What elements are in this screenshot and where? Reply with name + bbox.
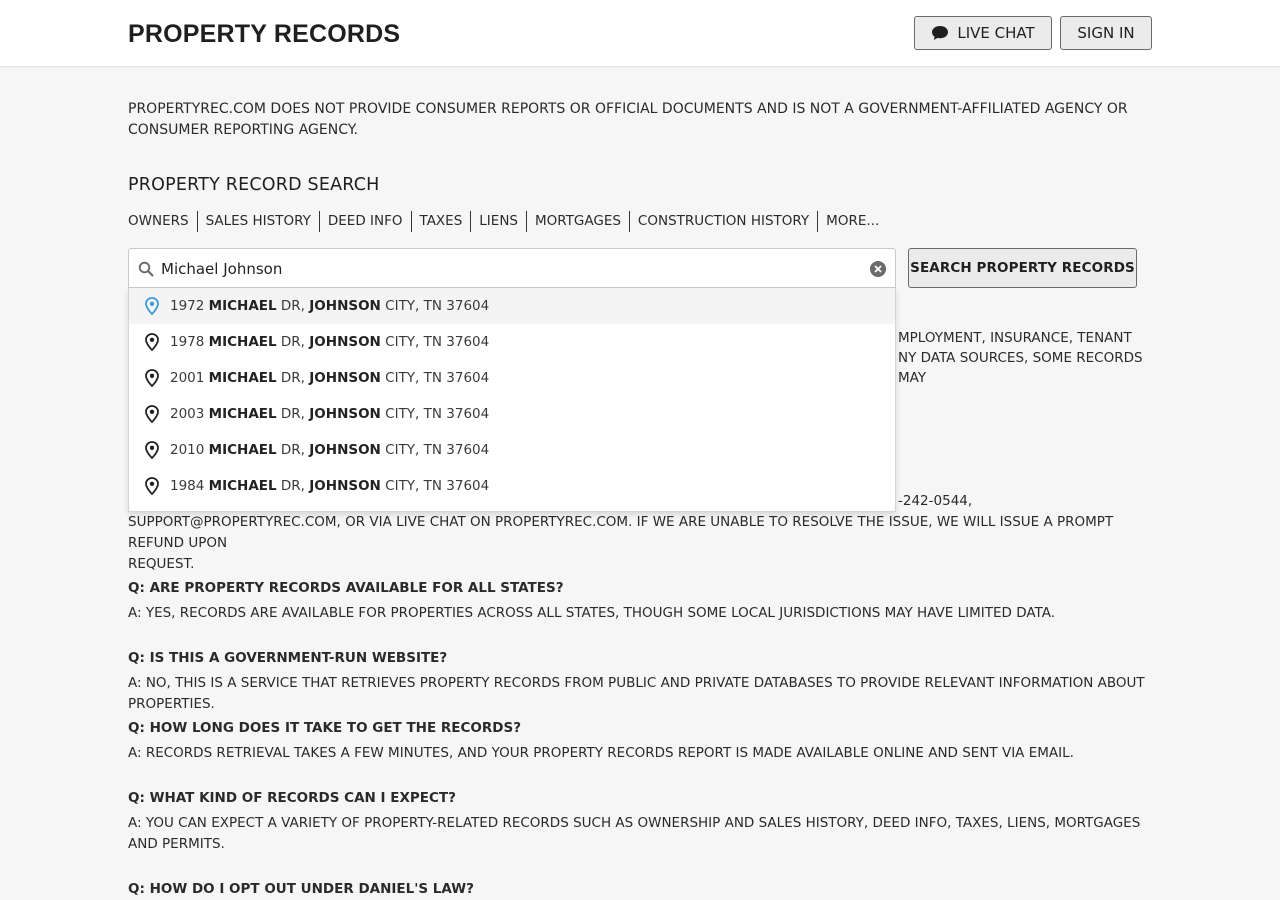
suggestion-number: 1984 xyxy=(170,478,205,494)
suggestion-number: 1978 xyxy=(170,334,205,350)
suggestion-suffix: DR, xyxy=(280,442,305,458)
suggestion-suffix: DR, xyxy=(280,334,305,350)
tab-more[interactable]: MORE... xyxy=(817,211,887,232)
faq-answer: A: YES, RECORDS ARE AVAILABLE FOR PROPER… xyxy=(128,605,1056,621)
sign-in-button[interactable]: SIGN IN xyxy=(1060,16,1152,50)
suggestion-item[interactable]: 1984 MICHAEL DR, JOHNSON CITY, TN 37604 xyxy=(129,468,895,504)
address-suggestions: 1972 MICHAEL DR, JOHNSON CITY, TN 37604 … xyxy=(128,288,896,512)
tab-deed-info[interactable]: DEED INFO xyxy=(318,211,411,232)
suggestion-number: 2003 xyxy=(170,406,205,422)
suggestion-rest: CITY, TN 37604 xyxy=(385,478,490,494)
suggestion-city: JOHNSON xyxy=(309,406,381,422)
suggestion-city: JOHNSON xyxy=(309,334,381,350)
suggestion-item[interactable]: 2010 MICHAEL DR, JOHNSON CITY, TN 37604 xyxy=(129,432,895,468)
suggestion-city: JOHNSON xyxy=(309,298,381,314)
suggestion-street: MICHAEL xyxy=(208,406,277,422)
live-chat-label: LIVE CHAT xyxy=(957,24,1035,42)
suggestion-street: MICHAEL xyxy=(208,298,277,314)
suggestion-street: MICHAEL xyxy=(208,442,277,458)
support-text-line: REQUEST. xyxy=(128,556,195,572)
tab-owners[interactable]: OWNERS xyxy=(128,211,197,232)
search-property-records-button[interactable]: SEARCH PROPERTY RECORDS xyxy=(908,248,1137,288)
suggestion-number: 1972 xyxy=(170,298,205,314)
chat-bubble-icon xyxy=(932,26,949,40)
suggestion-suffix: DR, xyxy=(280,478,305,494)
tab-taxes[interactable]: TAXES xyxy=(410,211,471,232)
search-input[interactable] xyxy=(161,257,861,281)
suggestion-suffix: DR, xyxy=(280,298,305,314)
suggestion-rest: CITY, TN 37604 xyxy=(385,442,490,458)
suggestion-item[interactable]: 2003 MICHAEL DR, JOHNSON CITY, TN 37604 xyxy=(129,396,895,432)
suggestion-rest: CITY, TN 37604 xyxy=(385,370,490,386)
suggestion-rest: CITY, TN 37604 xyxy=(385,334,490,350)
faq-item: Q: ARE PROPERTY RECORDS AVAILABLE FOR AL… xyxy=(128,578,1152,624)
site-logo[interactable]: PROPERTY RECORDS xyxy=(128,20,400,49)
suggestion-rest: CITY, TN 37604 xyxy=(385,298,490,314)
tab-mortgages[interactable]: MORTGAGES xyxy=(525,211,629,232)
sign-in-label: SIGN IN xyxy=(1077,24,1135,42)
location-pin-icon xyxy=(145,477,159,495)
location-pin-icon xyxy=(145,441,159,459)
tab-construction-history[interactable]: CONSTRUCTION HISTORY xyxy=(628,211,817,232)
disclaimer-text: PROPERTYREC.COM DOES NOT PROVIDE CONSUME… xyxy=(128,101,1128,138)
faq-item: Q: WHAT KIND OF RECORDS CAN I EXPECT? A:… xyxy=(128,788,1152,855)
faq-question: Q: HOW DO I OPT OUT UNDER DANIEL'S LAW? xyxy=(128,881,474,897)
location-pin-icon xyxy=(145,405,159,423)
location-pin-icon xyxy=(145,297,159,315)
clear-icon[interactable] xyxy=(869,260,887,278)
faq-question: Q: ARE PROPERTY RECORDS AVAILABLE FOR AL… xyxy=(128,580,564,596)
location-pin-icon xyxy=(145,333,159,351)
support-text-line: SUPPORT@PROPERTYREC.COM, OR VIA LIVE CHA… xyxy=(128,514,1114,551)
suggestion-rest: CITY, TN 37604 xyxy=(385,406,490,422)
suggestion-city: JOHNSON xyxy=(309,478,381,494)
faq-item: Q: IS THIS A GOVERNMENT-RUN WEBSITE? A: … xyxy=(128,648,1152,715)
suggestion-number: 2001 xyxy=(170,370,205,386)
search-field[interactable] xyxy=(128,248,896,288)
tab-liens[interactable]: LIENS xyxy=(470,211,526,232)
tab-sales-history[interactable]: SALES HISTORY xyxy=(196,211,319,232)
faq-question: Q: HOW LONG DOES IT TAKE TO GET THE RECO… xyxy=(128,720,522,736)
faq-question: Q: WHAT KIND OF RECORDS CAN I EXPECT? xyxy=(128,790,456,806)
suggestion-suffix: DR, xyxy=(280,406,305,422)
location-pin-icon xyxy=(145,369,159,387)
suggestion-number: 2010 xyxy=(170,442,205,458)
suggestion-street: MICHAEL xyxy=(208,478,277,494)
suggestion-city: JOHNSON xyxy=(309,370,381,386)
record-type-tabs: OWNERS SALES HISTORY DEED INFO TAXES LIE… xyxy=(128,211,887,232)
suggestion-city: JOHNSON xyxy=(309,442,381,458)
suggestion-item[interactable]: 1978 MICHAEL DR, JOHNSON CITY, TN 37604 xyxy=(129,324,895,360)
search-icon xyxy=(138,261,154,277)
suggestion-street: MICHAEL xyxy=(208,370,277,386)
faq-answer: A: RECORDS RETRIEVAL TAKES A FEW MINUTES… xyxy=(128,745,1074,761)
suggestion-item[interactable]: 1972 MICHAEL DR, JOHNSON CITY, TN 37604 xyxy=(129,288,895,324)
site-header: PROPERTY RECORDS LIVE CHAT SIGN IN xyxy=(0,0,1280,67)
faq-answer: A: YOU CAN EXPECT A VARIETY OF PROPERTY-… xyxy=(128,815,1141,852)
faq-item: Q: HOW DO I OPT OUT UNDER DANIEL'S LAW? xyxy=(128,879,1152,899)
search-title: PROPERTY RECORD SEARCH xyxy=(128,175,380,195)
suggestion-street: MICHAEL xyxy=(208,334,277,350)
suggestion-item[interactable]: 2001 MICHAEL DR, JOHNSON CITY, TN 37604 xyxy=(129,360,895,396)
faq-answer: A: NO, THIS IS A SERVICE THAT RETRIEVES … xyxy=(128,675,1145,712)
faq-item: Q: HOW LONG DOES IT TAKE TO GET THE RECO… xyxy=(128,718,1152,764)
faq-question: Q: IS THIS A GOVERNMENT-RUN WEBSITE? xyxy=(128,650,448,666)
suggestion-suffix: DR, xyxy=(280,370,305,386)
live-chat-button[interactable]: LIVE CHAT xyxy=(914,16,1052,50)
